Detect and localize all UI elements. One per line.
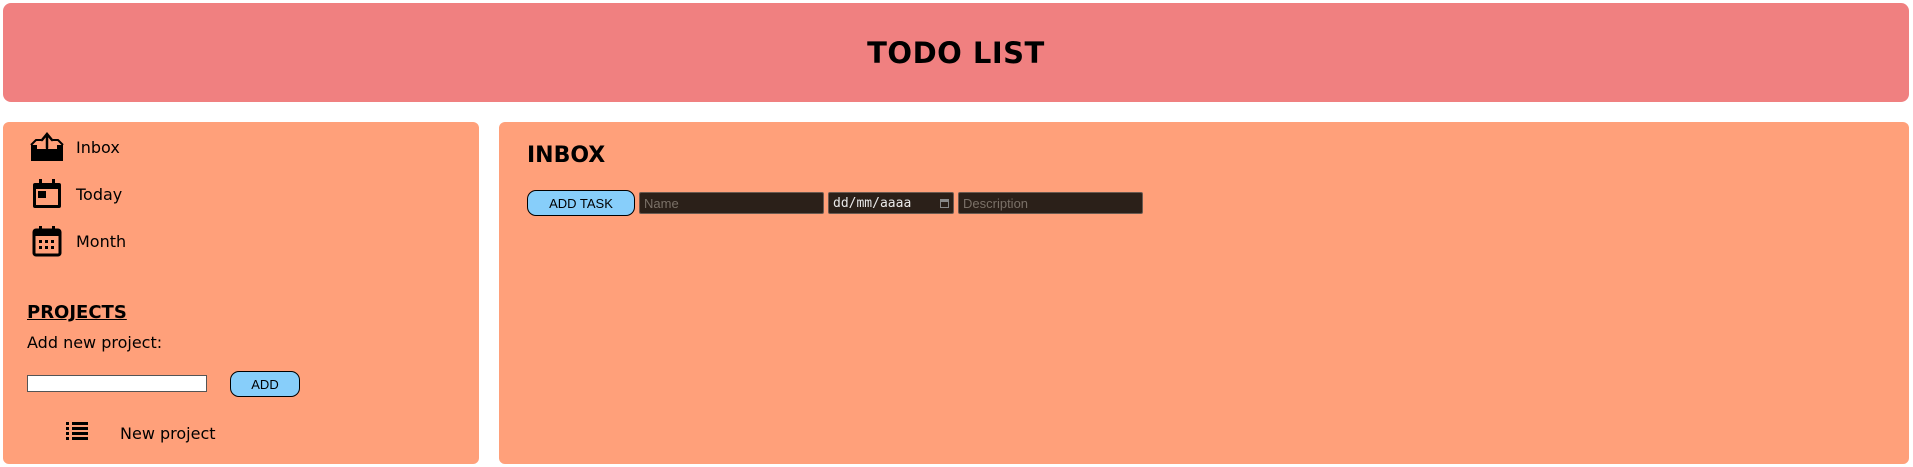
sidebar-item-inbox[interactable]: Inbox	[27, 127, 120, 167]
task-form: ADD TASK dd/mm/aaaa	[527, 190, 1143, 216]
sidebar-item-label: Month	[76, 231, 127, 251]
calendar-day-icon	[27, 174, 67, 214]
task-date-input[interactable]: dd/mm/aaaa	[828, 192, 954, 214]
add-project-label: Add new project:	[27, 333, 163, 352]
sidebar-item-today[interactable]: Today	[27, 174, 122, 214]
inbox-icon	[27, 127, 67, 167]
app-header: TODO LIST	[3, 3, 1909, 102]
projects-heading: PROJECTS	[27, 302, 127, 323]
project-item[interactable]: New project	[66, 421, 216, 445]
app-title: TODO LIST	[867, 35, 1045, 70]
sidebar-item-label: Today	[76, 184, 123, 204]
calendar-month-icon	[27, 221, 67, 261]
main-panel: INBOX ADD TASK dd/mm/aaaa	[499, 122, 1909, 464]
task-name-input[interactable]	[639, 192, 824, 214]
sidebar: Inbox Today Month PROJECTS Add new proje…	[3, 122, 479, 464]
add-task-button[interactable]: ADD TASK	[527, 190, 635, 216]
list-icon	[66, 421, 88, 445]
add-project-button[interactable]: ADD	[230, 371, 300, 397]
date-placeholder: dd/mm/aaaa	[833, 195, 912, 211]
calendar-picker-icon[interactable]	[940, 198, 949, 208]
sidebar-item-label: Inbox	[76, 137, 120, 157]
sidebar-item-month[interactable]: Month	[27, 221, 126, 261]
page-title: INBOX	[527, 143, 606, 168]
new-project-input[interactable]	[27, 375, 207, 392]
project-item-label: New project	[120, 423, 216, 443]
task-description-input[interactable]	[958, 192, 1143, 214]
